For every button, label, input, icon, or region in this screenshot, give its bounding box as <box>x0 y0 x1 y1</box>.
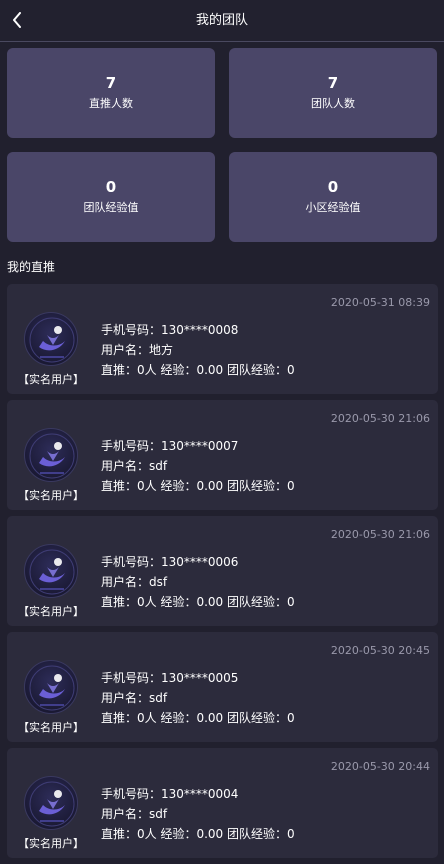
phone-text: 手机号码：130****0006 <box>101 555 239 569</box>
member-info: 手机号码：130****0008 用户名：地方 直推：0人 经验：0.00 团队… <box>101 320 295 380</box>
avatar <box>24 544 78 598</box>
member-stats-text: 直推：0人 经验：0.00 团队经验：0 <box>101 711 295 725</box>
member-stats-text: 直推：0人 经验：0.00 团队经验：0 <box>101 595 295 609</box>
section-title: 我的直推 <box>7 260 56 274</box>
username-text: 用户名：地方 <box>101 343 174 357</box>
phone-text: 手机号码：130****0008 <box>101 323 239 337</box>
avatar <box>24 776 78 830</box>
stat-value: 7 <box>105 74 117 92</box>
verified-badge: 【实名用户】 <box>18 837 84 850</box>
member-info: 手机号码：130****0005 用户名：sdf 直推：0人 经验：0.00 团… <box>101 668 295 728</box>
direct-member-list: 2020-05-31 08:39 【实名用户】 手机号码：130****0008… <box>7 284 438 864</box>
logo-avatar-icon <box>29 665 75 711</box>
phone-text: 手机号码：130****0004 <box>101 787 239 801</box>
stat-card-area-exp: 0 小区经验值 <box>229 152 437 242</box>
list-item[interactable]: 2020-05-30 21:06 【实名用户】 手机号码：130****0006… <box>7 516 438 626</box>
avatar <box>24 428 78 482</box>
join-time: 2020-05-30 21:06 <box>330 528 430 541</box>
member-stats-text: 直推：0人 经验：0.00 团队经验：0 <box>101 827 295 841</box>
join-time: 2020-05-30 20:44 <box>330 760 430 773</box>
avatar <box>24 312 78 366</box>
member-stats-text: 直推：0人 经验：0.00 团队经验：0 <box>101 479 295 493</box>
list-item[interactable]: 2020-05-30 21:06 【实名用户】 手机号码：130****0007… <box>7 400 438 510</box>
stat-label: 直推人数 <box>89 97 133 110</box>
list-item[interactable]: 2020-05-30 20:44 【实名用户】 手机号码：130****0004… <box>7 748 438 858</box>
logo-avatar-icon <box>29 549 75 595</box>
username-text: 用户名：sdf <box>101 807 168 821</box>
phone-text: 手机号码：130****0007 <box>101 439 239 453</box>
header-bar: 我的团队 <box>0 0 444 42</box>
stat-card-direct-count: 7 直推人数 <box>7 48 215 138</box>
join-time: 2020-05-31 08:39 <box>330 296 430 309</box>
stat-value: 0 <box>327 178 339 196</box>
member-info: 手机号码：130****0004 用户名：sdf 直推：0人 经验：0.00 团… <box>101 784 295 844</box>
join-time: 2020-05-30 21:06 <box>330 412 430 425</box>
verified-badge: 【实名用户】 <box>18 489 84 502</box>
stat-card-team-count: 7 团队人数 <box>229 48 437 138</box>
stat-card-team-exp: 0 团队经验值 <box>7 152 215 242</box>
logo-avatar-icon <box>29 317 75 363</box>
phone-text: 手机号码：130****0005 <box>101 671 239 685</box>
page-title: 我的团队 <box>195 13 248 28</box>
logo-avatar-icon <box>29 781 75 827</box>
username-text: 用户名：dsf <box>101 575 168 589</box>
username-text: 用户名：sdf <box>101 691 168 705</box>
verified-badge: 【实名用户】 <box>18 721 84 734</box>
verified-badge: 【实名用户】 <box>18 605 84 618</box>
stat-label: 小区经验值 <box>305 201 361 214</box>
stat-label: 团队经验值 <box>83 201 139 214</box>
verified-badge: 【实名用户】 <box>18 373 84 386</box>
stats-grid: 7 直推人数 7 团队人数 0 团队经验值 0 小区经验值 <box>7 48 438 242</box>
stat-value: 0 <box>105 178 117 196</box>
username-text: 用户名：sdf <box>101 459 168 473</box>
avatar <box>24 660 78 714</box>
logo-avatar-icon <box>29 433 75 479</box>
member-stats-text: 直推：0人 经验：0.00 团队经验：0 <box>101 363 295 377</box>
member-info: 手机号码：130****0006 用户名：dsf 直推：0人 经验：0.00 团… <box>101 552 295 612</box>
member-info: 手机号码：130****0007 用户名：sdf 直推：0人 经验：0.00 团… <box>101 436 295 496</box>
stat-value: 7 <box>327 74 339 92</box>
join-time: 2020-05-30 20:45 <box>330 644 430 657</box>
list-item[interactable]: 2020-05-30 20:45 【实名用户】 手机号码：130****0005… <box>7 632 438 742</box>
stat-label: 团队人数 <box>311 97 355 110</box>
list-item[interactable]: 2020-05-31 08:39 【实名用户】 手机号码：130****0008… <box>7 284 438 394</box>
